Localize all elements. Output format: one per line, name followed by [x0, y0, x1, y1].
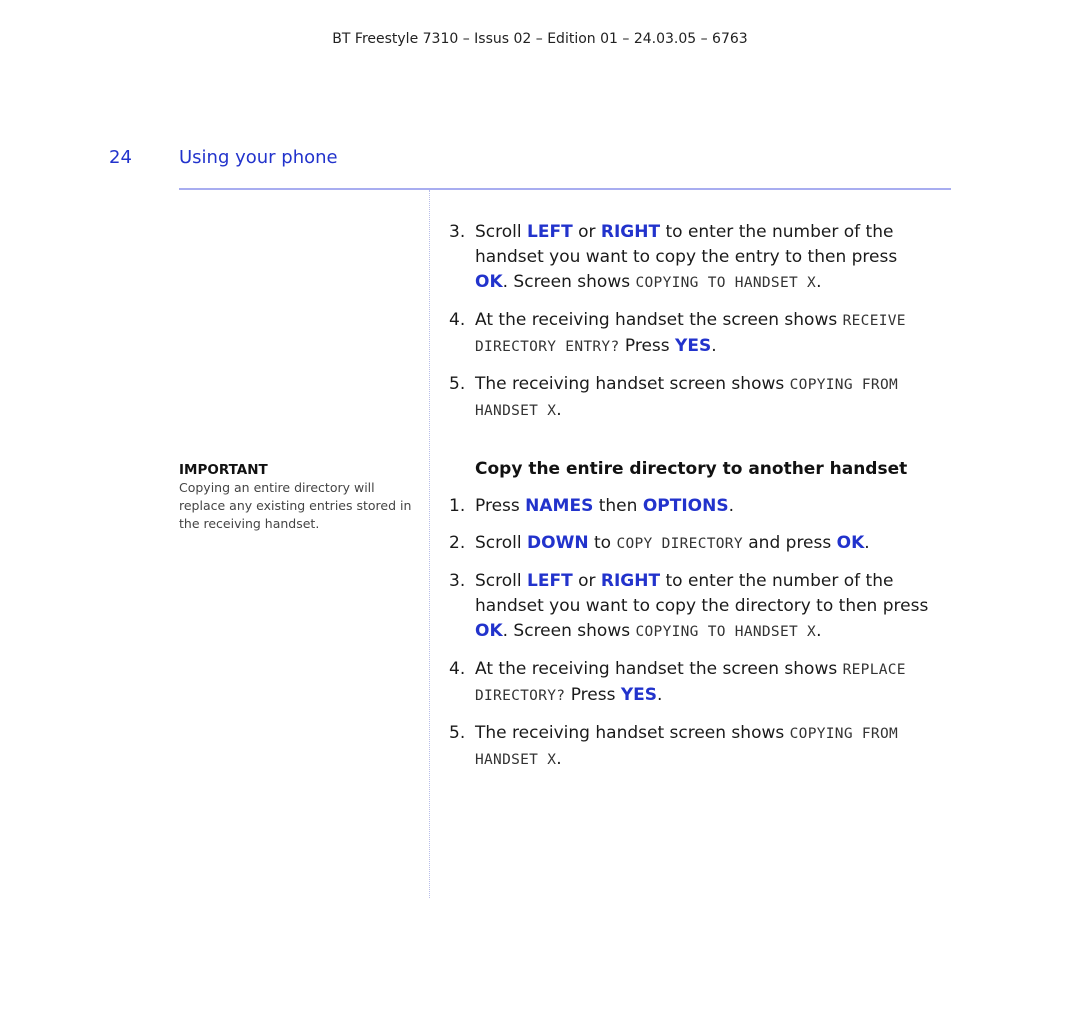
- button-keyword: YES: [675, 336, 712, 356]
- step-item: 5. The receiving handset screen shows COP…: [449, 372, 929, 424]
- important-note-body: Copying an entire directory will replace…: [179, 480, 412, 531]
- step-text: or: [572, 571, 601, 591]
- button-keyword: LEFT: [527, 571, 573, 591]
- step-item: 4. At the receiving handset the screen sh…: [449, 657, 929, 709]
- step-text: and press: [742, 533, 837, 553]
- step-text: Scroll: [475, 222, 528, 242]
- step-item: 4. At the receiving handset the screen sh…: [449, 308, 929, 360]
- copy-directory-steps: Copy the entire directory to another han…: [449, 457, 929, 785]
- important-note: IMPORTANT Copying an entire directory wi…: [179, 461, 414, 533]
- step-text: Press: [565, 685, 621, 705]
- button-keyword: OK: [475, 272, 503, 292]
- step-text: then: [593, 496, 643, 516]
- step-number: 5.: [449, 374, 466, 394]
- button-keyword: DOWN: [527, 533, 589, 553]
- copy-entry-steps: 3. Scroll LEFT or RIGHT to enter the numb…: [449, 220, 929, 436]
- step-text: .: [864, 533, 870, 553]
- step-text: .: [657, 685, 663, 705]
- step-text: Press: [475, 496, 526, 516]
- step-number: 4.: [449, 659, 466, 679]
- step-number: 5.: [449, 723, 466, 743]
- button-keyword: YES: [620, 685, 658, 705]
- button-keyword: OPTIONS: [642, 496, 729, 516]
- step-number: 1.: [449, 496, 466, 516]
- step-text: to: [588, 533, 617, 553]
- step-text: Scroll: [475, 533, 528, 553]
- step-text: . Screen shows: [502, 621, 636, 641]
- section-rule: [179, 188, 951, 190]
- step-item: 1. Press NAMES then OPTIONS.: [449, 494, 929, 519]
- step-text: .: [711, 336, 717, 356]
- step-number: 2.: [449, 533, 466, 553]
- important-note-title: IMPORTANT: [179, 462, 268, 478]
- step-text: .: [728, 496, 734, 516]
- screen-text: COPYING TO HANDSET X: [635, 624, 817, 640]
- step-text: At the receiving handset the screen show…: [475, 659, 843, 679]
- button-keyword: LEFT: [527, 222, 573, 242]
- step-number: 4.: [449, 310, 466, 330]
- copy-directory-heading: Copy the entire directory to another han…: [475, 459, 908, 479]
- step-item: 3. Scroll LEFT or RIGHT to enter the numb…: [449, 569, 929, 645]
- step-text: . Screen shows: [502, 272, 636, 292]
- screen-text: COPYING TO HANDSET X: [635, 275, 817, 291]
- step-item: 3. Scroll LEFT or RIGHT to enter the numb…: [449, 220, 929, 296]
- step-text: .: [816, 621, 822, 641]
- step-item: 5. The receiving handset screen shows COP…: [449, 721, 929, 773]
- button-keyword: OK: [836, 533, 865, 553]
- page-number: 24: [109, 147, 132, 168]
- step-text: The receiving handset screen shows: [475, 374, 790, 394]
- step-text: .: [816, 272, 822, 292]
- section-title: Using your phone: [179, 147, 338, 168]
- step-text: or: [572, 222, 601, 242]
- step-text: .: [556, 749, 562, 769]
- button-keyword: RIGHT: [600, 571, 661, 591]
- column-divider: [429, 190, 430, 898]
- step-number: 3.: [449, 571, 466, 591]
- button-keyword: NAMES: [525, 496, 594, 516]
- step-number: 3.: [449, 222, 466, 242]
- step-item: 2. Scroll DOWN to COPY DIRECTORY and pres…: [449, 531, 929, 557]
- document-header: BT Freestyle 7310 – Issus 02 – Edition 0…: [332, 31, 748, 47]
- step-text: Scroll: [475, 571, 528, 591]
- step-text: Press: [619, 336, 676, 356]
- button-keyword: RIGHT: [600, 222, 661, 242]
- button-keyword: OK: [475, 621, 503, 641]
- step-text: .: [556, 400, 562, 420]
- step-text: The receiving handset screen shows: [475, 723, 790, 743]
- step-text: At the receiving handset the screen show…: [475, 310, 843, 330]
- screen-text: COPY DIRECTORY: [616, 536, 743, 552]
